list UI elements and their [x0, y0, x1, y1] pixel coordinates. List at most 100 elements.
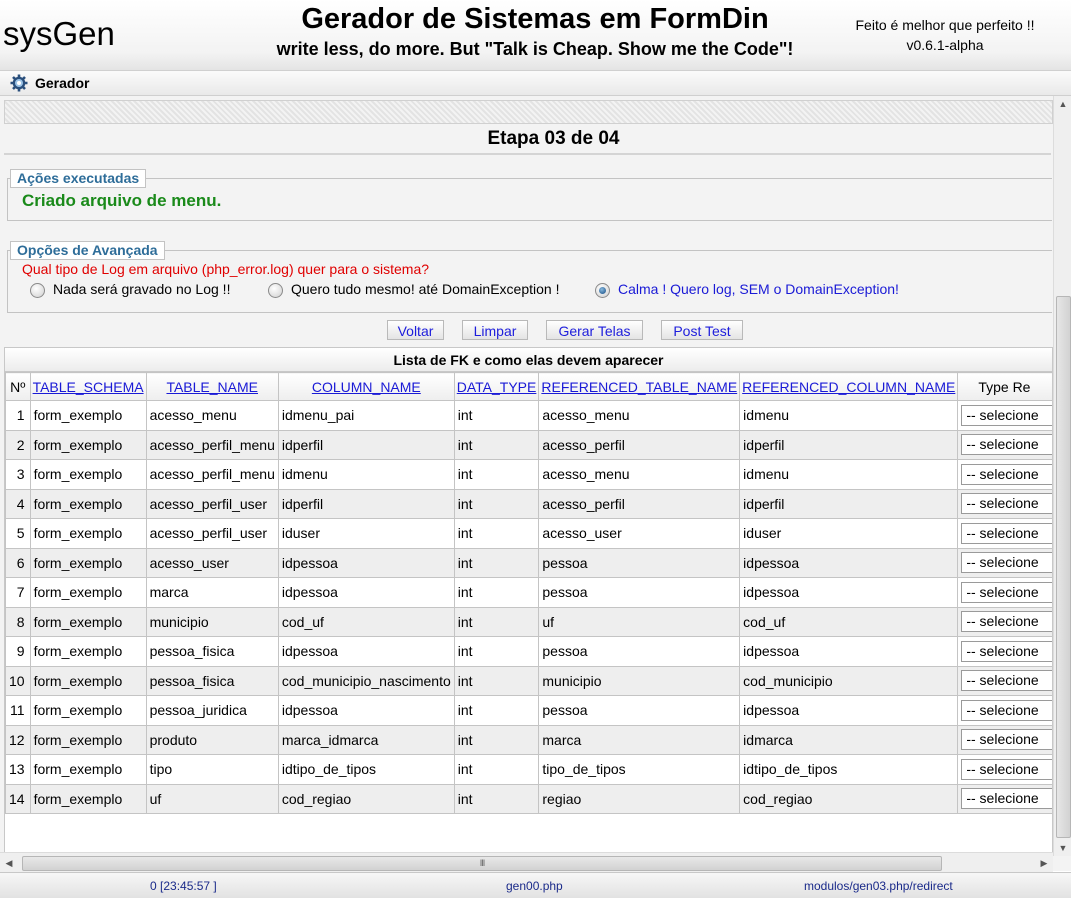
- type-select-cell: -- selecione: [957, 577, 1052, 608]
- data-type-cell: int: [453, 783, 540, 814]
- radio-log-all-label[interactable]: Quero tudo mesmo! até DomainException !: [291, 281, 559, 297]
- type-select[interactable]: -- selecione: [961, 640, 1052, 662]
- sort-link-column-name[interactable]: COLUMN_NAME: [312, 379, 421, 395]
- table-row: 3 form_exemplo acesso_perfil_menu idmenu int…: [5, 459, 1052, 490]
- radio-no-log[interactable]: [30, 283, 45, 298]
- row-number: 14: [5, 783, 31, 814]
- scroll-down-icon[interactable]: ▼: [1054, 840, 1071, 856]
- type-select[interactable]: -- selecione: [961, 493, 1052, 515]
- table-schema-cell: form_exemplo: [29, 754, 147, 785]
- column-header-table-schema[interactable]: TABLE_SCHEMA: [29, 372, 147, 401]
- step-title: Etapa 03 de 04: [487, 128, 620, 149]
- sort-link-referenced-table[interactable]: REFERENCED_TABLE_NAME: [541, 379, 737, 395]
- column-header-referenced-column[interactable]: REFERENCED_COLUMN_NAME: [739, 372, 959, 401]
- column-header-table-name[interactable]: TABLE_NAME: [145, 372, 279, 401]
- scroll-up-icon[interactable]: ▲: [1054, 96, 1071, 112]
- referenced-table-cell: acesso_menu: [538, 459, 741, 490]
- actions-message: Criado arquivo de menu.: [22, 191, 222, 210]
- referenced-table-cell: pessoa: [538, 547, 741, 578]
- column-name-cell: cod_uf: [277, 606, 455, 637]
- generate-screens-button[interactable]: Gerar Telas: [546, 320, 643, 340]
- type-select[interactable]: -- selecione: [961, 788, 1052, 810]
- table-name-cell: acesso_perfil_menu: [145, 459, 279, 490]
- back-button[interactable]: Voltar: [387, 320, 444, 340]
- radio-log-no-domain[interactable]: [595, 283, 610, 298]
- sort-link-table-schema[interactable]: TABLE_SCHEMA: [33, 379, 144, 395]
- row-number: 12: [5, 724, 31, 755]
- motto-text: Feito é melhor que perfeito !!: [855, 17, 1035, 33]
- table-schema-cell: form_exemplo: [29, 459, 147, 490]
- type-select-cell: -- selecione: [957, 724, 1052, 755]
- status-time: 0 [23:45:57 ]: [150, 879, 217, 893]
- table-row: 7 form_exemplo marca idpessoa int pessoa idpes…: [5, 577, 1052, 608]
- column-header-data-type[interactable]: DATA_TYPE: [453, 372, 540, 401]
- row-number: 4: [5, 488, 31, 519]
- radio-log-all[interactable]: [268, 283, 283, 298]
- vertical-scroll-thumb[interactable]: [1056, 296, 1071, 838]
- type-select[interactable]: -- selecione: [961, 404, 1052, 426]
- table-row: 9 form_exemplo pessoa_fisica idpessoa int pes…: [5, 636, 1052, 667]
- radio-no-log-label[interactable]: Nada será gravado no Log !!: [53, 281, 230, 297]
- column-name-cell: cod_municipio_nascimento: [277, 665, 455, 696]
- data-type-cell: int: [453, 459, 540, 490]
- row-number: 1: [5, 400, 31, 431]
- row-number: 2: [5, 429, 31, 460]
- type-select[interactable]: -- selecione: [961, 522, 1052, 544]
- referenced-column-cell: idperfil: [739, 488, 959, 519]
- type-select[interactable]: -- selecione: [961, 463, 1052, 485]
- type-select[interactable]: -- selecione: [961, 670, 1052, 692]
- sort-link-table-name[interactable]: TABLE_NAME: [166, 379, 258, 395]
- type-select[interactable]: -- selecione: [961, 552, 1052, 574]
- column-name-cell: idmenu: [277, 459, 455, 490]
- column-header-column-name[interactable]: COLUMN_NAME: [277, 372, 455, 401]
- scroll-right-icon[interactable]: ▶: [1037, 853, 1051, 873]
- table-row: 10 form_exemplo pessoa_fisica cod_municipio…: [5, 665, 1052, 696]
- type-select[interactable]: -- selecione: [961, 758, 1052, 780]
- column-name-cell: idpessoa: [277, 577, 455, 608]
- referenced-column-cell: idpessoa: [739, 577, 959, 608]
- table-name-cell: tipo: [145, 754, 279, 785]
- row-number: 8: [5, 606, 31, 637]
- app-header: sysGen Gerador de Sistemas em FormDin wr…: [0, 0, 1071, 71]
- horizontal-scroll-thumb[interactable]: III: [22, 856, 942, 871]
- type-select-cell: -- selecione: [957, 665, 1052, 696]
- radio-log-no-domain-label[interactable]: Calma ! Quero log, SEM o DomainException…: [618, 281, 899, 297]
- type-select[interactable]: -- selecione: [961, 434, 1052, 456]
- post-test-button[interactable]: Post Test: [661, 320, 743, 340]
- table-name-cell: pessoa_juridica: [145, 695, 279, 726]
- type-select[interactable]: -- selecione: [961, 699, 1052, 721]
- menu-item-gerador[interactable]: Gerador: [35, 75, 89, 91]
- data-type-cell: int: [453, 606, 540, 637]
- column-name-cell: idmenu_pai: [277, 400, 455, 431]
- scroll-left-icon[interactable]: ◀: [2, 853, 16, 873]
- referenced-column-cell: idperfil: [739, 429, 959, 460]
- type-select[interactable]: -- selecione: [961, 729, 1052, 751]
- type-select[interactable]: -- selecione: [961, 581, 1052, 603]
- type-select[interactable]: -- selecione: [961, 611, 1052, 633]
- table-schema-cell: form_exemplo: [29, 606, 147, 637]
- table-row: 5 form_exemplo acesso_perfil_user iduser int…: [5, 518, 1052, 549]
- row-number: 11: [5, 695, 31, 726]
- table-row: 12 form_exemplo produto marca_idmarca int mar…: [5, 724, 1052, 755]
- row-number: 5: [5, 518, 31, 549]
- table-name-cell: acesso_perfil_user: [145, 488, 279, 519]
- column-name-cell: idperfil: [277, 429, 455, 460]
- sort-link-referenced-column[interactable]: REFERENCED_COLUMN_NAME: [742, 379, 955, 395]
- top-strip: [4, 100, 1053, 124]
- referenced-column-cell: iduser: [739, 518, 959, 549]
- column-header-referenced-table[interactable]: REFERENCED_TABLE_NAME: [538, 372, 741, 401]
- fk-grid: Lista de FK e como elas devem aparecer N…: [4, 347, 1053, 866]
- type-select-cell: -- selecione: [957, 400, 1052, 431]
- referenced-column-cell: idmarca: [739, 724, 959, 755]
- referenced-table-cell: pessoa: [538, 636, 741, 667]
- horizontal-scrollbar[interactable]: ◀ III ▶: [0, 852, 1053, 873]
- sort-link-data-type[interactable]: DATA_TYPE: [457, 379, 537, 395]
- menu-bar: Gerador: [0, 71, 1071, 96]
- table-name-cell: pessoa_fisica: [145, 636, 279, 667]
- clear-button[interactable]: Limpar: [462, 320, 528, 340]
- data-type-cell: int: [453, 665, 540, 696]
- referenced-table-cell: pessoa: [538, 577, 741, 608]
- status-page: gen00.php: [506, 879, 563, 893]
- vertical-scrollbar[interactable]: ▲ ▼: [1053, 96, 1071, 856]
- table-schema-cell: form_exemplo: [29, 665, 147, 696]
